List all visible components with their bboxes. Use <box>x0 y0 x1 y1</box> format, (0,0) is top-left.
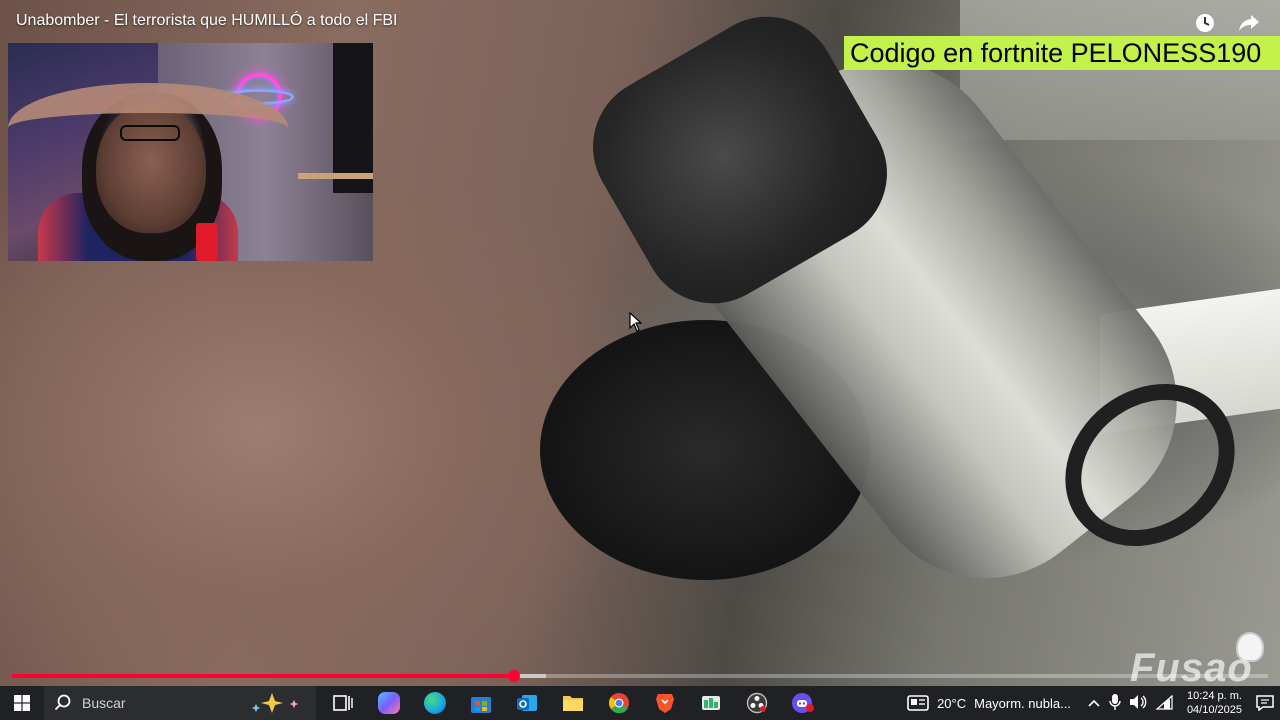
clock-date: 04/10/2025 <box>1186 704 1242 716</box>
webcam-shelf <box>298 173 373 179</box>
video-watermark: Fusao <box>1130 646 1253 686</box>
taskbar-clock[interactable]: 10:24 p. m. 04/10/2025 <box>1179 689 1250 717</box>
webcam-red-cup <box>196 223 218 261</box>
notifications-button[interactable] <box>1250 695 1280 711</box>
system-tray: 20°C Mayorm. nubla... 10:24 p. m. 04/10/… <box>897 686 1280 720</box>
volume-icon[interactable] <box>1129 694 1147 713</box>
edge-icon[interactable] <box>412 686 458 720</box>
video-title[interactable]: Unabomber - El terrorista que HUMILLÓ a … <box>16 12 398 30</box>
promo-banner: Codigo en fortnite PELONESS190 <box>844 36 1280 70</box>
wifi-icon[interactable] <box>1155 694 1173 713</box>
progress-bar[interactable] <box>12 670 1268 682</box>
video-top-controls <box>1194 12 1260 34</box>
tray-icons <box>1081 693 1179 714</box>
outlook-icon[interactable] <box>504 686 550 720</box>
news-widget-icon <box>907 695 929 711</box>
microphone-icon[interactable] <box>1109 693 1121 714</box>
webcam-person-arms <box>8 83 288 173</box>
sparkle-icon <box>251 693 299 713</box>
webcam-cabinet <box>333 43 373 193</box>
webcam-overlay <box>8 43 373 261</box>
watch-later-icon[interactable] <box>1194 12 1216 34</box>
microsoft-store-icon[interactable] <box>458 686 504 720</box>
chat-app-icon[interactable] <box>688 686 734 720</box>
taskbar-search[interactable] <box>44 686 316 720</box>
weather-condition: Mayorm. nubla... <box>974 695 1071 711</box>
clock-time: 10:24 p. m. <box>1186 690 1242 702</box>
video-player[interactable]: Unabomber - El terrorista que HUMILLÓ a … <box>0 0 1280 686</box>
chevron-up-icon[interactable] <box>1087 696 1101 711</box>
chrome-icon[interactable] <box>596 686 642 720</box>
windows-logo-icon <box>14 695 30 711</box>
taskbar: 20°C Mayorm. nubla... 10:24 p. m. 04/10/… <box>0 686 1280 720</box>
share-icon[interactable] <box>1238 12 1260 34</box>
weather-temperature: 20°C <box>937 695 967 711</box>
progress-scrubber[interactable] <box>508 670 521 682</box>
start-button[interactable] <box>0 686 44 720</box>
brave-icon[interactable] <box>642 686 688 720</box>
obs-icon[interactable] <box>734 686 780 720</box>
notification-icon <box>1256 695 1274 711</box>
mouse-cursor-icon <box>629 311 643 337</box>
task-view-icon[interactable] <box>320 686 366 720</box>
discord-icon[interactable] <box>780 686 826 720</box>
search-input[interactable] <box>82 695 242 711</box>
taskbar-apps <box>320 686 826 720</box>
file-explorer-icon[interactable] <box>550 686 596 720</box>
progress-played <box>12 674 515 678</box>
weather-widget[interactable]: 20°C Mayorm. nubla... <box>897 695 1081 711</box>
search-icon <box>54 694 71 711</box>
copilot-icon[interactable] <box>366 686 412 720</box>
